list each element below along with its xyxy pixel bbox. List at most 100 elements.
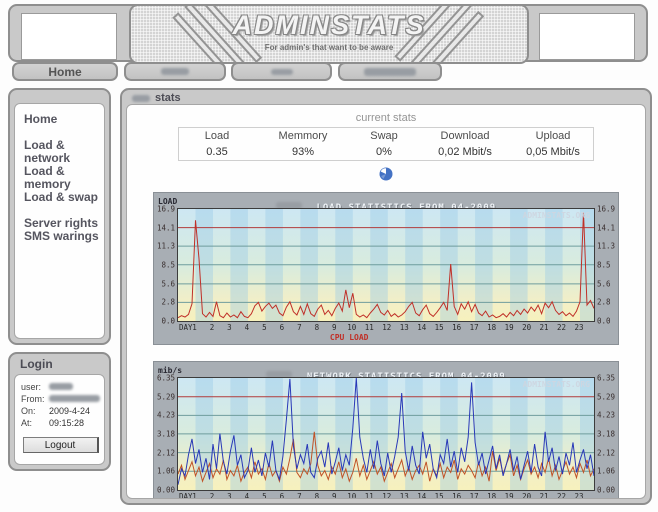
x-tick-label: 21 [540,323,549,332]
login-row-at: At: 09:15:28 [21,417,100,429]
x-tick-label: 17 [470,492,479,499]
value-load: 0.35 [179,144,256,161]
login-row-user: user: [21,381,100,393]
y-tick-label: 11.3 [597,242,615,251]
y-tick-label: 5.29 [597,392,615,401]
login-title: Login [20,357,53,371]
x-tick-label: 16 [452,323,461,332]
plot-area: ADMINSTATS.ORG [177,377,595,491]
chart-watermark: ADMINSTATS.ORG [523,211,590,220]
login-row-from: From: [21,393,100,405]
x-tick-label: 9 [332,492,337,499]
banner: ADMINSTATS For admin's that want to be a… [8,4,648,62]
x-axis-prefix-label: DAY [179,492,193,499]
y-tick-label: 5.6 [161,279,175,288]
y-tick-label: 6.35 [157,374,175,383]
x-tick-label: 14 [417,323,426,332]
x-tick-label: 8 [315,323,320,332]
sidebar-item-sms-warings[interactable]: SMS warings [24,230,104,243]
x-tick-label: 19 [505,492,514,499]
x-tick-label: 8 [315,492,320,499]
col-swap: Swap [351,128,417,145]
x-tick-label: 9 [332,323,337,332]
sidebar-item-load-memory[interactable]: Load & memory [24,165,104,191]
login-on-label: On: [21,405,49,417]
redacted-tab-label [364,68,416,76]
x-tick-label: 2 [210,492,215,499]
network-chart-xaxis: DAY1234567891011121314151617181920212223 [177,491,595,499]
x-tick-label: 6 [280,492,285,499]
y-tick-label: 3.18 [157,429,175,438]
login-at-label: At: [21,417,49,429]
x-tick-label: 23 [575,492,584,499]
sidebar-item-load-network[interactable]: Load & network [24,139,104,165]
x-tick-label: 20 [522,492,531,499]
x-tick-label: 4 [245,492,250,499]
y-tick-label: 16.9 [157,205,175,214]
value-memory: 93% [255,144,351,161]
x-tick-label: 22 [557,323,566,332]
stats-panel-header: stats [132,92,181,104]
banner-left-box [21,13,117,60]
y-tick-label: 4.23 [157,411,175,420]
chart-watermark: ADMINSTATS.ORG [523,380,590,389]
x-tick-label: 4 [245,323,250,332]
y-tick-label: 5.6 [597,279,611,288]
y-tick-label: 1.06 [157,467,175,476]
tab-redacted-2[interactable] [231,62,332,81]
y-tick-label: 8.5 [161,260,175,269]
x-tick-label: 7 [297,323,302,332]
x-tick-label: 19 [505,323,514,332]
network-chart-yaxis-left: 0.001.062.123.184.235.296.35 [156,377,177,499]
value-upload: 0,05 Mbit/s [513,144,594,161]
x-tick-label: 2 [210,323,215,332]
y-tick-label: 1.06 [597,467,615,476]
x-tick-label: 17 [470,323,479,332]
tab-redacted-3[interactable] [338,62,442,81]
redacted-tab-label [161,68,189,75]
y-tick-label: 2.8 [597,298,611,307]
x-tick-label: 3 [227,323,232,332]
x-tick-label: 22 [557,492,566,499]
col-load: Load [179,128,256,145]
chart-legend-label: CPU LOAD [330,333,369,342]
y-tick-label: 2.12 [597,448,615,457]
x-tick-label: 16 [452,492,461,499]
current-stats-value-row: 0.35 93% 0% 0,02 Mbit/s 0,05 Mbit/s [179,144,594,161]
x-tick-label: 13 [400,323,409,332]
y-tick-label: 8.5 [597,260,611,269]
banner-center: ADMINSTATS For admin's that want to be a… [129,4,529,64]
y-tick-label: 14.1 [157,223,175,232]
stats-panel-inner: current stats Load Memmory Swap Download… [126,104,646,499]
refresh-icon[interactable] [379,167,393,181]
col-download: Download [417,128,513,145]
stats-panel-title: stats [155,92,181,104]
load-chart-yaxis-left: 0.02.85.68.511.314.116.9 [156,208,177,332]
sidebar-item-load-swap[interactable]: Load & swap [24,191,104,204]
stats-panel: stats current stats Load Memmory Swap Do… [120,88,652,505]
load-chart-titlebar: LOAD LOAD STATISTICS FROM 04-2009 [156,195,616,208]
redacted-tab-label [271,69,293,75]
x-tick-label: 11 [365,323,374,332]
tab-home[interactable]: Home [12,62,118,81]
sidebar-inner: Home Load & network Load & memory Load &… [14,103,105,339]
x-axis-prefix-label: DAY [179,323,193,332]
x-tick-label: 18 [487,492,496,499]
y-tick-label: 16.9 [597,205,615,214]
logout-button[interactable]: Logout [23,437,99,453]
x-tick-label: 6 [280,323,285,332]
login-from-label: From: [21,393,49,405]
x-tick-label: 15 [435,323,444,332]
y-tick-label: 6.35 [597,374,615,383]
redacted-from-value [49,395,100,402]
load-chart-legend: CPU LOAD [156,332,616,343]
network-chart-titlebar: mib/s NETWORK STATISTICS FROM 04-2009 [156,364,616,377]
tab-redacted-1[interactable] [124,62,226,81]
network-chart: mib/s NETWORK STATISTICS FROM 04-2009 0.… [153,361,619,499]
x-tick-label: 7 [297,492,302,499]
sidebar-item-home[interactable]: Home [24,113,104,126]
x-tick-label: 1 [192,492,197,499]
x-tick-label: 20 [522,323,531,332]
banner-right-box [539,13,635,60]
value-swap: 0% [351,144,417,161]
